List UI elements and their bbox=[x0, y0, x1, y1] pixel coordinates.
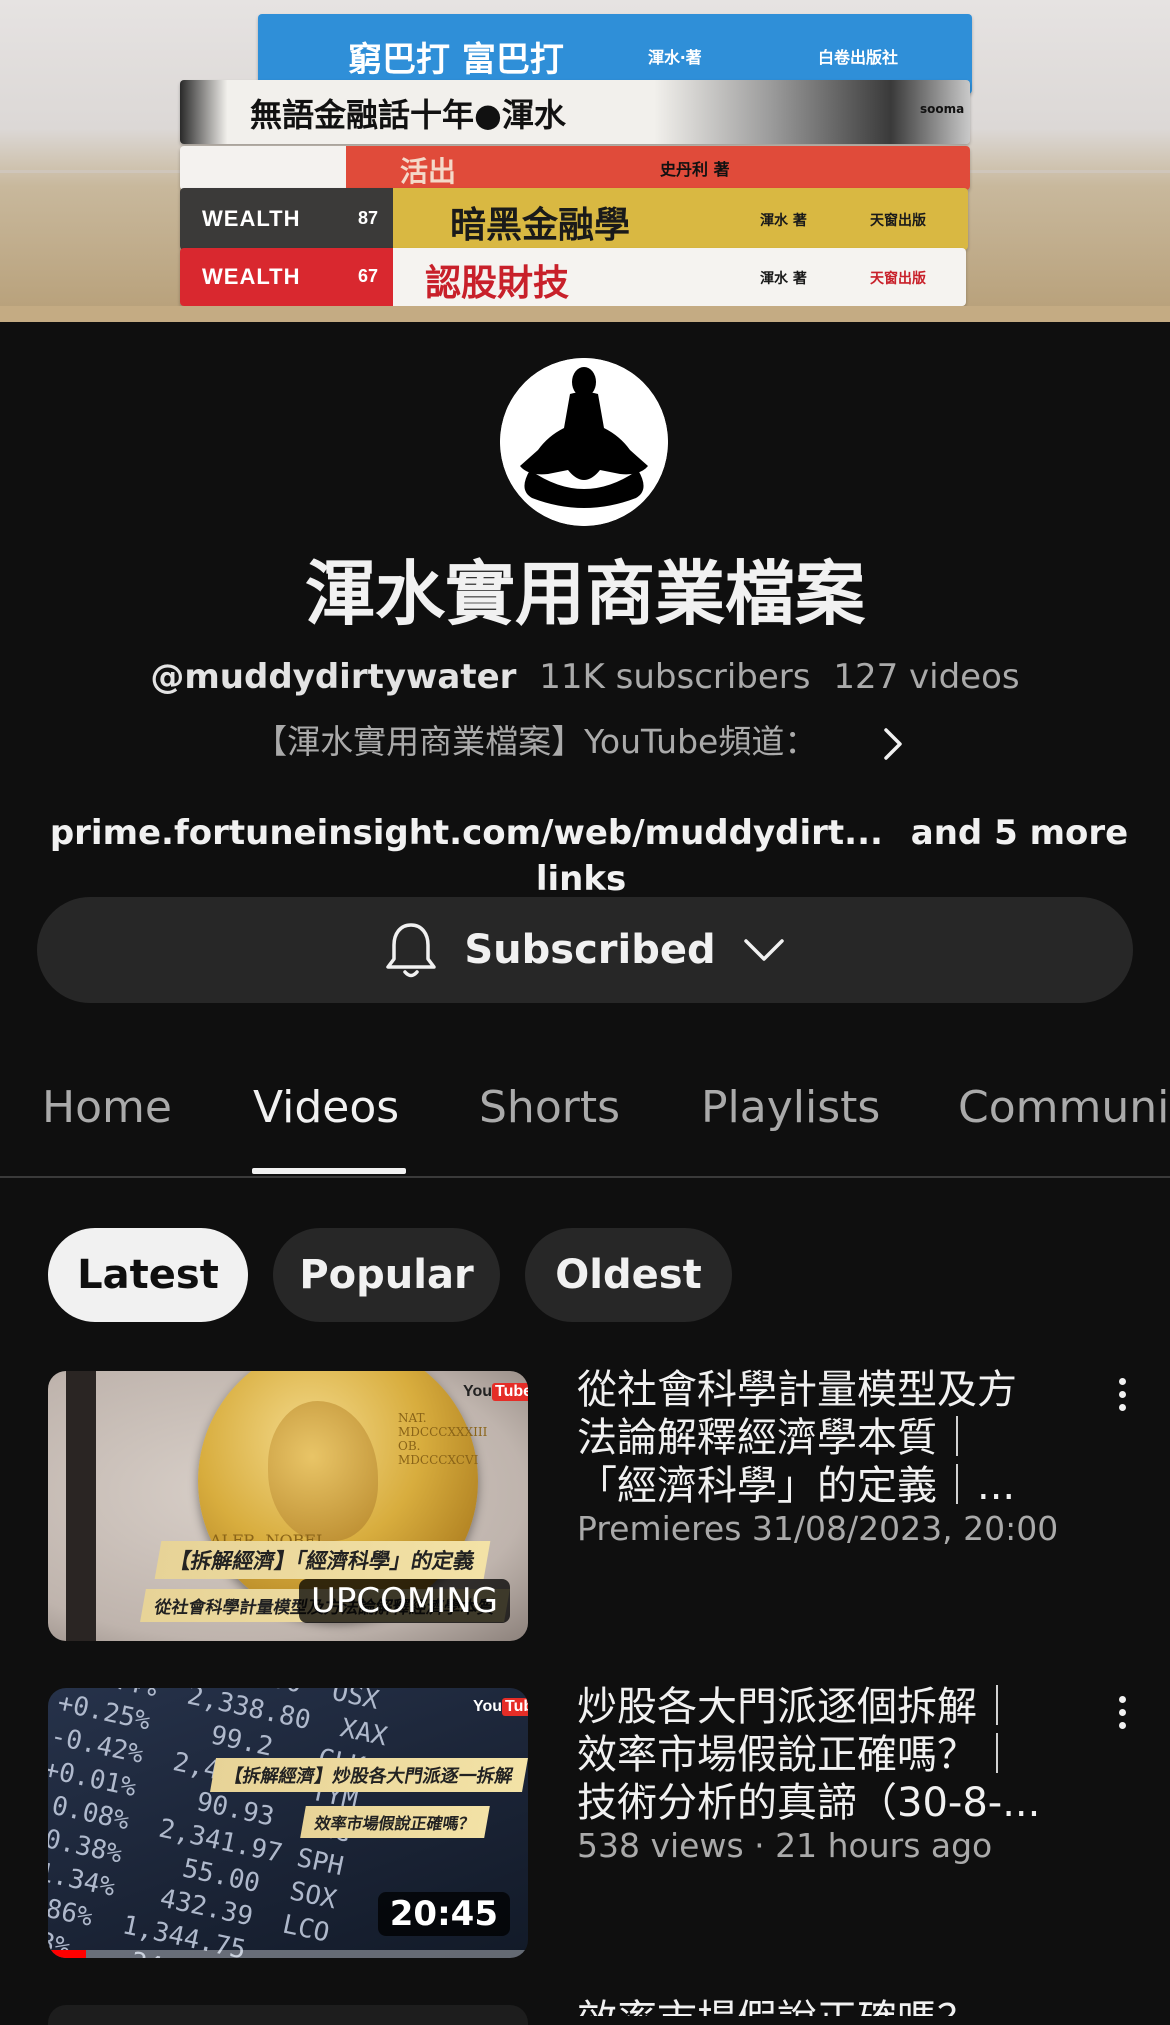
youtube-logo-you: You bbox=[463, 1383, 493, 1400]
chevron-down-icon bbox=[743, 939, 784, 961]
bell-icon bbox=[386, 923, 437, 978]
chevron-right-icon bbox=[884, 727, 902, 760]
youtube-logo: You Tube bbox=[463, 1383, 528, 1401]
video-title-line: 效率市場假說正確嗎？｜ bbox=[577, 1732, 1017, 1778]
medal-date: NAT. MDCCCXXXIII OB. MDCCCXCVI bbox=[398, 1411, 488, 1467]
thumbnail-strap bbox=[66, 1371, 96, 1641]
chip-popular[interactable]: Popular bbox=[273, 1228, 500, 1322]
tab-shorts[interactable]: Shorts bbox=[479, 1082, 620, 1133]
youtube-logo: You Tube bbox=[473, 1698, 528, 1716]
watch-progress-fill bbox=[48, 1950, 87, 1958]
youtube-logo-tube: Tube bbox=[502, 1698, 528, 1716]
chip-latest[interactable]: Latest bbox=[48, 1228, 248, 1322]
video-thumbnail[interactable]: ALFR. NOBEL NAT. MDCCCXXXIII OB. MDCCCXC… bbox=[48, 1371, 528, 1641]
book-publisher: 天窗出版 bbox=[870, 271, 926, 287]
channel-banner: 窮巴打 富巴打 渾水‧著 白卷出版社 無語金融話十年●渾水 sooma 活出 史… bbox=[0, 0, 1170, 322]
book-author: 史丹利 著 bbox=[660, 160, 730, 179]
book-title: 暗黑金融學 bbox=[450, 204, 631, 246]
channel-avatar[interactable] bbox=[500, 358, 668, 526]
book-publisher: 天窗出版 bbox=[870, 213, 926, 229]
watch-progress-track bbox=[48, 1950, 528, 1958]
tab-videos[interactable]: Videos bbox=[253, 1082, 399, 1133]
video-title-line: 法論解釋經濟學本質｜ bbox=[577, 1415, 977, 1461]
video-title-line: 從社會科學計量模型及方 bbox=[577, 1367, 1017, 1413]
channel-meta: @muddydirtywater 11K subscribers 127 vid… bbox=[0, 655, 1170, 699]
next-video-title[interactable]: 效率市場假說正確嗎？ bbox=[577, 1996, 1097, 2016]
book-series: WEALTH bbox=[202, 206, 301, 231]
video-title[interactable]: 炒股各大門派逐個拆解｜ 效率市場假說正確嗎？｜ 技術分析的真諦（30-8-... bbox=[577, 1683, 1087, 1827]
video-title-line: 技術分析的真諦（30-8-... bbox=[577, 1780, 1041, 1826]
book-title: 無語金融話十年●渾水 bbox=[250, 96, 566, 134]
banner-table-surface bbox=[0, 306, 1170, 322]
video-count: 127 videos bbox=[833, 657, 1020, 697]
channel-name: 渾水實用商業檔案 bbox=[305, 553, 865, 635]
channel-links: prime.fortuneinsight.com/web/muddydirt..… bbox=[0, 810, 1170, 902]
banner-book: WEALTH 87 暗黑金融學 渾水 著 天窗出版 bbox=[180, 188, 968, 250]
video-meta: Premieres 31/08/2023, 20:00 bbox=[577, 1509, 1059, 1548]
tab-community[interactable]: Communi bbox=[958, 1082, 1169, 1133]
thumbnail-caption: 【拆解經濟】炒股各大門派逐一拆解 bbox=[210, 1758, 528, 1792]
video-title-line: 炒股各大門派逐個拆解｜ bbox=[577, 1684, 1017, 1730]
channel-tabs: Home Videos Shorts Playlists Communi bbox=[0, 1062, 1170, 1178]
thumbnail-caption: 【拆解經濟】「經濟科學」的定義 bbox=[154, 1541, 490, 1579]
book-author: 渾水 著 bbox=[760, 213, 807, 229]
active-tab-indicator bbox=[252, 1168, 406, 1174]
book-title: 認股財技 bbox=[425, 262, 570, 304]
book-number: 87 bbox=[358, 208, 379, 228]
chip-oldest[interactable]: Oldest bbox=[525, 1228, 732, 1322]
youtube-logo-you: You bbox=[473, 1698, 503, 1715]
upcoming-badge: UPCOMING bbox=[298, 1579, 510, 1623]
banner-book: 無語金融話十年●渾水 sooma bbox=[180, 80, 970, 144]
more-options-icon[interactable] bbox=[1106, 1690, 1138, 1746]
channel-link[interactable]: prime.fortuneinsight.com/web/muddydirt..… bbox=[50, 813, 883, 853]
video-meta: 538 views · 21 hours ago bbox=[577, 1826, 993, 1865]
duration-badge: 20:45 bbox=[377, 1892, 510, 1936]
subscriber-count: 11K subscribers bbox=[539, 657, 811, 697]
book-series: WEALTH bbox=[202, 264, 301, 289]
book-publisher: 白卷出版社 bbox=[818, 48, 899, 67]
more-options-icon[interactable] bbox=[1106, 1372, 1138, 1428]
subscribed-label: Subscribed bbox=[464, 927, 716, 973]
book-publisher: sooma bbox=[920, 102, 965, 116]
channel-description-text: 【渾水實用商業檔案】YouTube頻道： bbox=[254, 722, 818, 761]
channel-description[interactable]: 【渾水實用商業檔案】YouTube頻道： bbox=[0, 720, 1170, 766]
book-title: 窮巴打 富巴打 bbox=[348, 40, 564, 80]
banner-book: 活出 史丹利 著 bbox=[180, 146, 970, 190]
banner-book: WEALTH 67 認股財技 渾水 著 天窗出版 bbox=[180, 248, 966, 306]
tab-playlists[interactable]: Playlists bbox=[701, 1082, 880, 1133]
book-number: 67 bbox=[358, 266, 379, 286]
channel-handle: @muddydirtywater bbox=[150, 657, 517, 697]
meditation-silhouette-icon bbox=[500, 358, 668, 526]
book-author: 渾水 著 bbox=[760, 271, 807, 287]
book-title: 活出 bbox=[400, 155, 457, 188]
tab-home[interactable]: Home bbox=[42, 1082, 172, 1133]
medal-profile bbox=[268, 1401, 378, 1541]
thumbnail-caption: 效率市場假說正確嗎？ bbox=[300, 1806, 490, 1838]
video-title[interactable]: 從社會科學計量模型及方 法論解釋經濟學本質｜ 「經濟科學」的定義｜... bbox=[577, 1366, 1087, 1510]
video-thumbnail[interactable]: +0.26% 514.00 OSX -0.44% 2,338.80 XAX +0… bbox=[48, 1688, 528, 1958]
subscribed-button[interactable]: Subscribed bbox=[37, 897, 1133, 1003]
book-author: 渾水‧著 bbox=[648, 48, 702, 67]
video-title-line: 「經濟科學」的定義｜... bbox=[577, 1463, 1016, 1509]
youtube-logo-tube: Tube bbox=[492, 1383, 528, 1401]
next-video-thumbnail[interactable] bbox=[48, 2005, 528, 2025]
